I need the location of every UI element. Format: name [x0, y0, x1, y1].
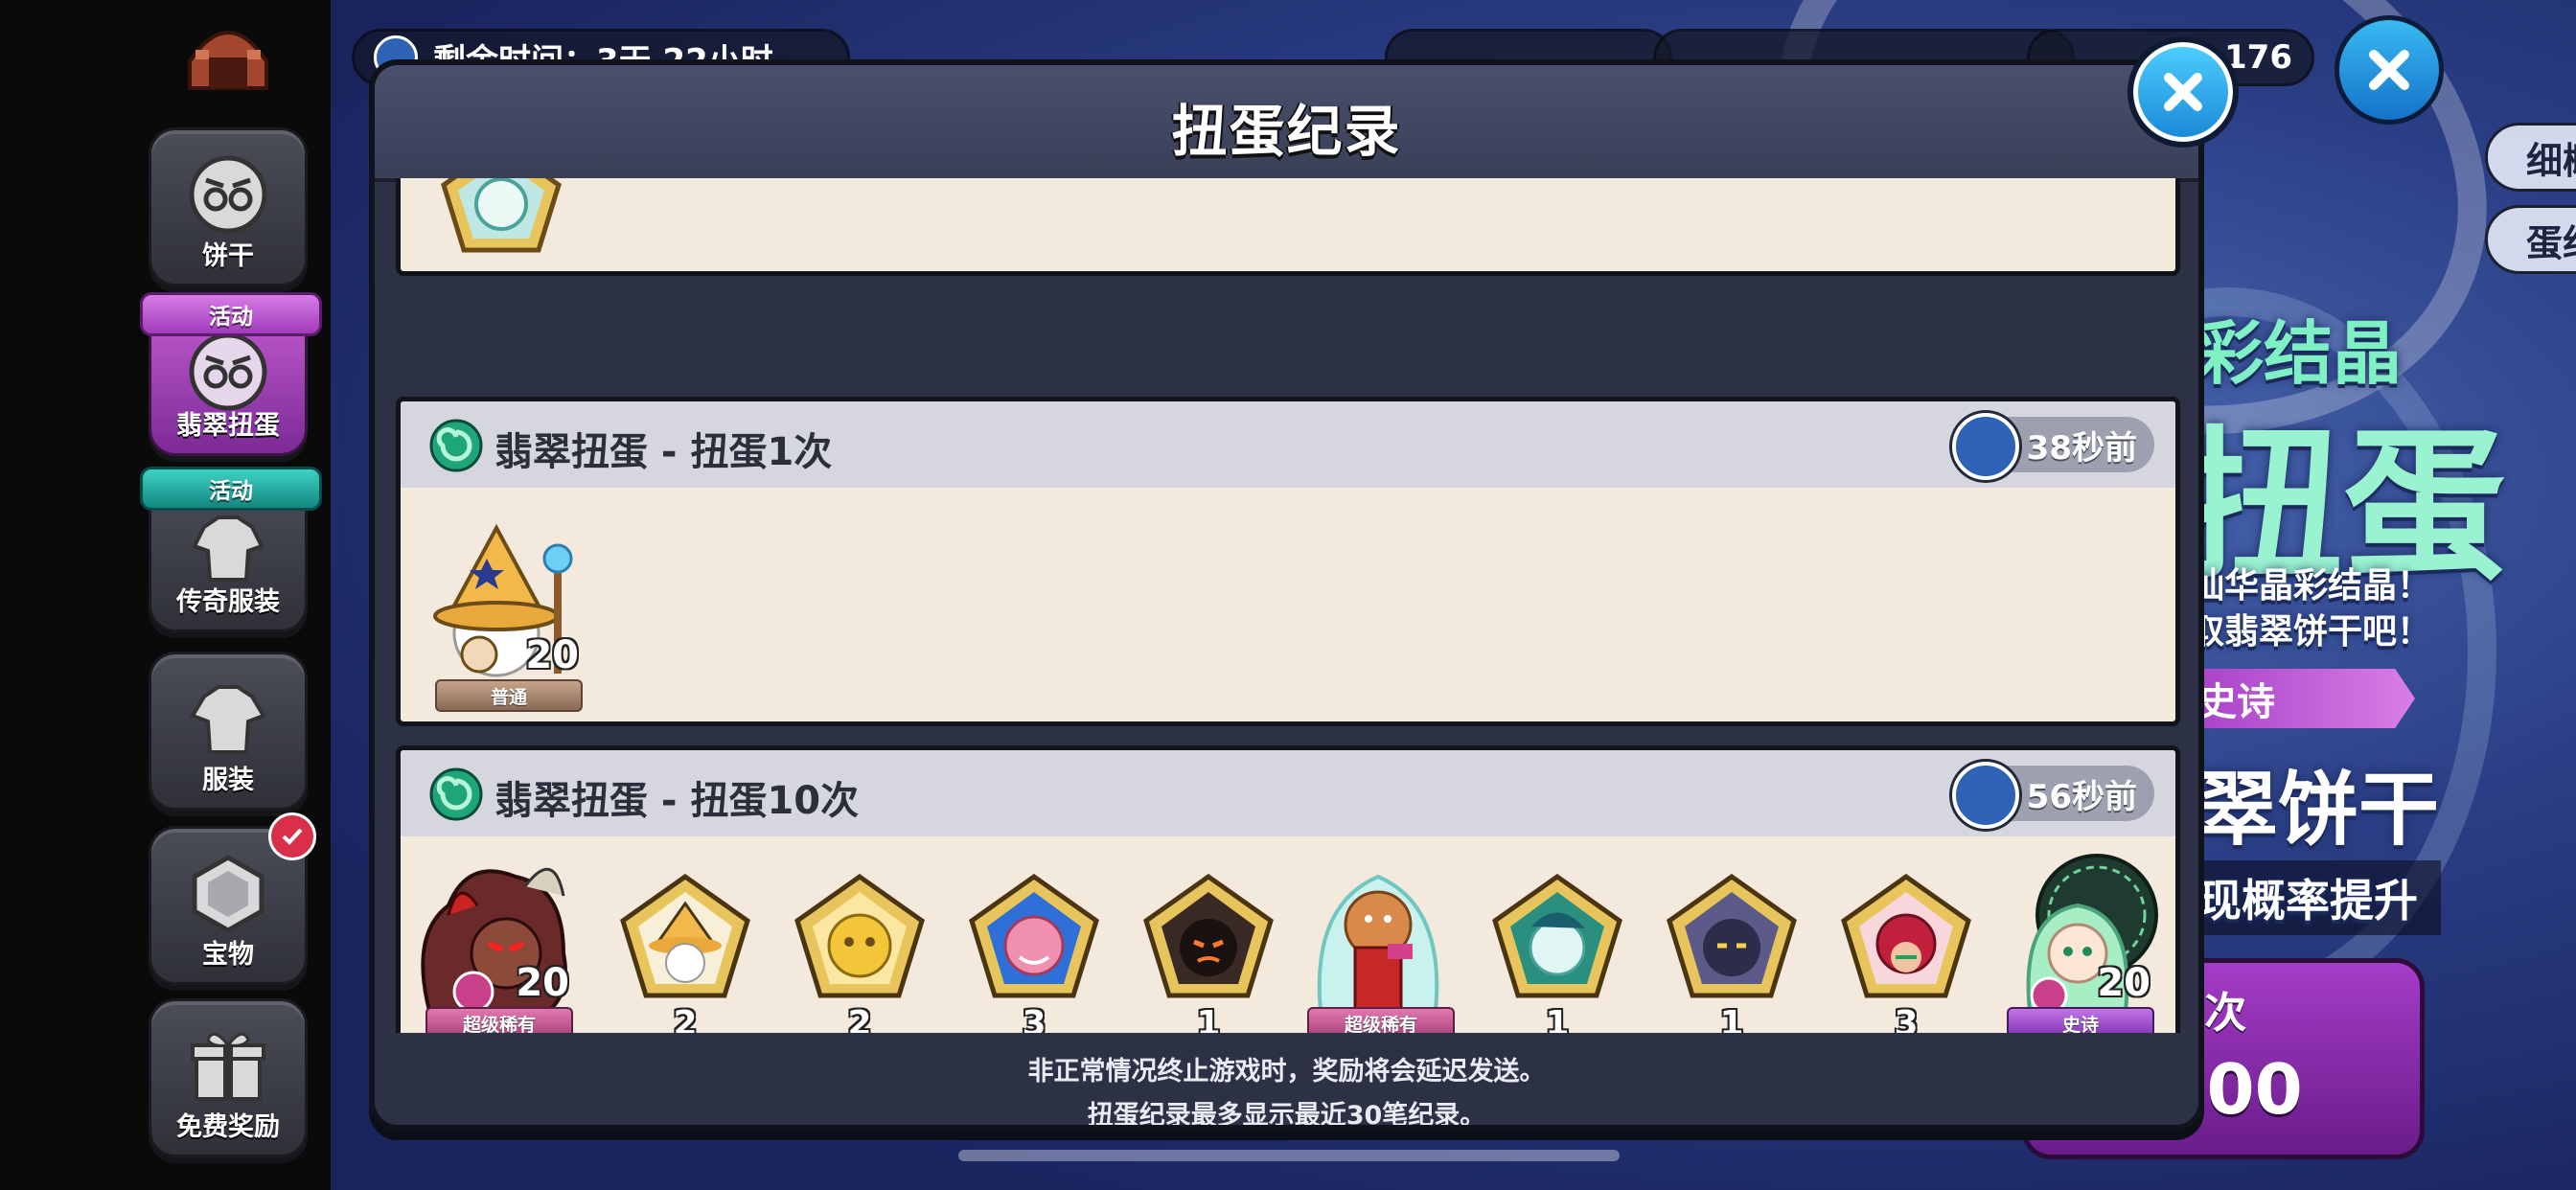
- reward-item-cookie-emerald[interactable]: 20 史诗: [1991, 848, 2164, 1033]
- modal-footer: 非正常情况终止游戏时，奖励将会延迟发送。 扭蛋纪录最多显示最近30笔纪录。: [375, 1033, 2198, 1131]
- token-gold-icon: [794, 873, 925, 998]
- notice-text: 扭蛋纪录最多显示最近30笔纪录。: [1087, 1101, 1486, 1131]
- gacha-record-modal: 扭蛋纪录 3 翡翠扭蛋 - 扭蛋1次: [369, 59, 2204, 1131]
- event-ribbon: 活动: [140, 292, 322, 336]
- reward-item-token-wizard[interactable]: 2: [613, 869, 757, 1033]
- notification-check-icon: [268, 812, 316, 860]
- promo-rate-up: 现概率提升: [2197, 860, 2441, 935]
- token-blue-icon: [969, 873, 1099, 998]
- token-teal-icon: [441, 178, 562, 253]
- record-time: 38秒前: [1952, 413, 2154, 480]
- emerald-swirl-icon: [429, 767, 483, 821]
- record-title: 翡翠扭蛋 - 扭蛋1次: [494, 430, 833, 474]
- gift-icon: [191, 1032, 265, 1101]
- modal-header: 扭蛋纪录: [375, 65, 2198, 182]
- notice-text: 非正常情况终止游戏时，奖励将会延迟发送。: [1027, 1057, 1546, 1087]
- promo-line: 灿华晶彩结晶！: [2190, 566, 2432, 606]
- close-icon[interactable]: [2334, 15, 2444, 125]
- clock-icon: [1952, 762, 2019, 829]
- shirt-icon: [190, 685, 266, 754]
- emerald-cookie-icon: [2026, 854, 2158, 1015]
- house-icon[interactable]: [182, 13, 274, 90]
- reward-item-token-gold[interactable]: 2: [788, 869, 932, 1033]
- costume-icon: [192, 515, 264, 582]
- reward-item-cookie-demon[interactable]: 20 超级稀有: [410, 848, 583, 1033]
- button-label: 细概率: [2526, 139, 2576, 182]
- cookie-face-icon: [189, 155, 267, 234]
- item-count: 3: [429, 274, 573, 276]
- reward-item-cookie-ginger[interactable]: 超级稀有: [1292, 848, 1464, 1033]
- item-count: 2: [673, 1004, 698, 1033]
- gacha-record-button[interactable]: 蛋纪录: [2485, 205, 2576, 274]
- token-wizard-icon: [620, 873, 750, 998]
- promo-line: 取翡翠饼干吧！: [2190, 612, 2432, 652]
- cookie-face-icon: [189, 332, 267, 411]
- item-count: 2: [847, 1004, 872, 1033]
- sidebar-item-label: 免费奖励: [176, 1112, 280, 1142]
- reward-item: 3: [429, 178, 573, 276]
- token-red-icon: [1841, 873, 1971, 998]
- item-count: 1: [1545, 1004, 1570, 1033]
- home-indicator[interactable]: [958, 1150, 1620, 1161]
- record-time: 56秒前: [1952, 762, 2154, 829]
- epic-label: 史诗: [2198, 680, 2275, 724]
- event-ribbon: 活动: [140, 467, 322, 511]
- sidebar-item-cookies[interactable]: 饼干: [149, 127, 308, 286]
- sidebar-item-label: 服装: [202, 766, 254, 795]
- item-count: 20: [525, 633, 579, 677]
- item-count: 3: [1022, 1004, 1046, 1033]
- left-sidebar: 饼干 活动 翡翠扭蛋 活动 传奇服装 服装 宝物 免费奖励: [0, 0, 331, 1190]
- rarity-badge: 史诗: [2007, 1007, 2154, 1033]
- close-icon[interactable]: [2128, 36, 2239, 148]
- token-teal-icon: [1492, 873, 1622, 998]
- sidebar-item-costume[interactable]: 服装: [149, 652, 308, 811]
- button-label: 蛋纪录: [2526, 221, 2576, 264]
- reward-item-cookie-wizard[interactable]: 20 普通: [420, 520, 592, 712]
- reward-item-token-red[interactable]: 3: [1834, 869, 1978, 1033]
- demon-cookie-icon: [421, 867, 567, 1023]
- sidebar-item-free-reward[interactable]: 免费奖励: [149, 998, 308, 1157]
- token-shadow-icon: [1667, 873, 1797, 998]
- rarity-badge: 超级稀有: [1307, 1007, 1455, 1033]
- item-count: 20: [2097, 961, 2150, 1005]
- record-card-partial: 3: [396, 178, 2180, 276]
- item-count: 1: [1719, 1004, 1744, 1033]
- modal-title: 扭蛋纪录: [1171, 99, 1402, 164]
- record-title: 翡翠扭蛋 - 扭蛋10次: [494, 779, 860, 823]
- token-dark-icon: [1143, 873, 1274, 998]
- promo-cookie-name: 翠饼干: [2197, 763, 2440, 857]
- reward-item-token-teal[interactable]: 1: [1485, 869, 1629, 1033]
- record-time-text: 38秒前: [2026, 428, 2137, 468]
- emerald-swirl-icon: [429, 419, 483, 472]
- sidebar-item-label: 饼干: [202, 241, 254, 271]
- item-count: 20: [516, 961, 569, 1005]
- reward-item-token-dark[interactable]: 1: [1137, 869, 1280, 1033]
- record-time-text: 56秒前: [2026, 777, 2137, 816]
- rarity-badge: 超级稀有: [426, 1007, 573, 1033]
- reward-item-token-blue[interactable]: 3: [962, 869, 1106, 1033]
- item-count: 1: [1196, 1004, 1221, 1033]
- probability-detail-button[interactable]: 细概率: [2485, 123, 2576, 192]
- rarity-badge: 普通: [435, 679, 583, 712]
- record-card: 翡翠扭蛋 - 扭蛋10次 56秒前 20 超级稀有 2 2 3 1 超级稀有 1…: [396, 745, 2180, 1033]
- hexagon-icon: [192, 855, 264, 933]
- ginger-cookie-icon: [1317, 874, 1439, 1017]
- record-list[interactable]: 3 翡翠扭蛋 - 扭蛋1次 38秒前: [396, 178, 2180, 1033]
- record-card: 翡翠扭蛋 - 扭蛋1次 38秒前 20 普通: [396, 397, 2180, 726]
- item-count: 3: [1894, 1004, 1919, 1033]
- reward-item-token-shadow[interactable]: 1: [1660, 869, 1804, 1033]
- sidebar-item-label: 宝物: [202, 940, 254, 970]
- clock-icon: [1952, 413, 2019, 480]
- record-card-header: 翡翠扭蛋 - 扭蛋10次 56秒前: [401, 750, 2175, 836]
- record-card-header: 翡翠扭蛋 - 扭蛋1次 38秒前: [401, 401, 2175, 488]
